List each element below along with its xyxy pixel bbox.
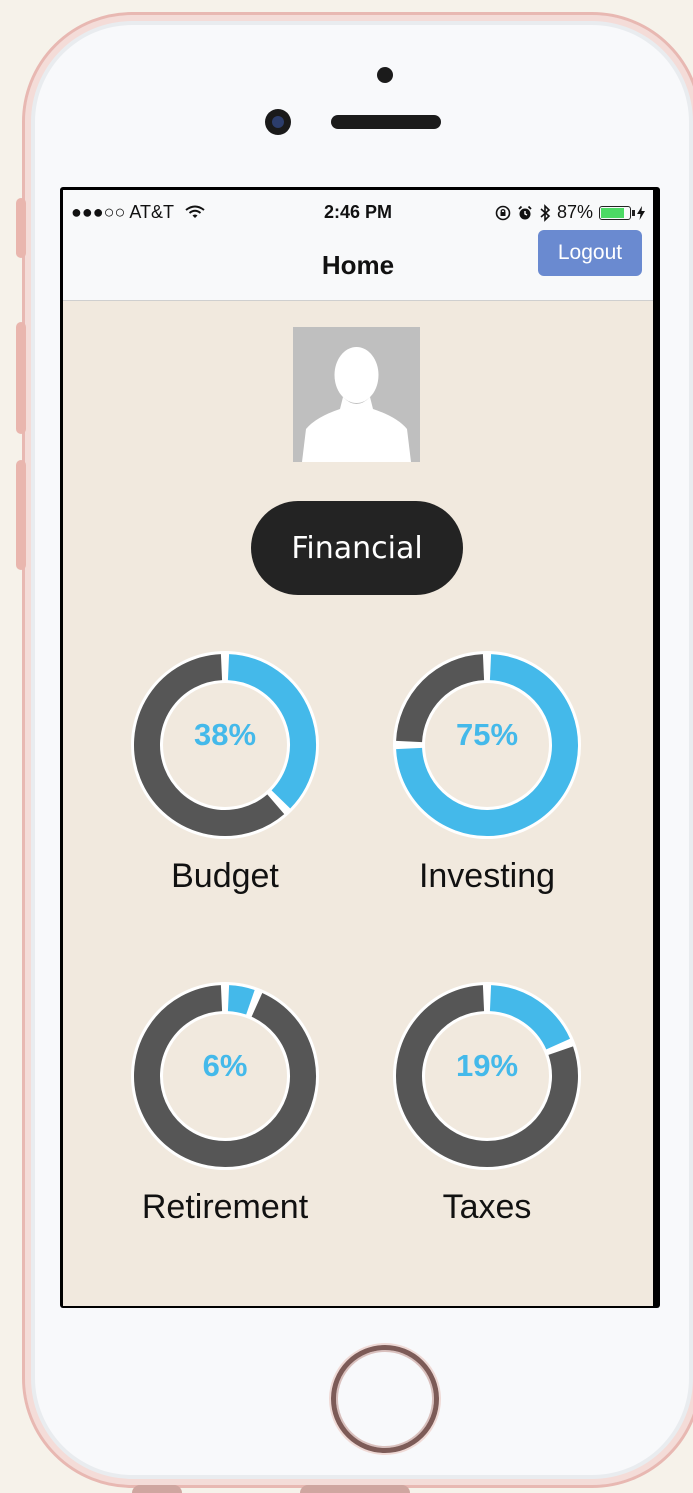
charging-icon [637, 205, 645, 220]
taxes-percent: 19% [455, 1048, 519, 1083]
battery-icon [599, 205, 635, 220]
budget-label: Budget [171, 857, 279, 895]
proximity-sensor [377, 67, 393, 83]
volume-up-button [16, 322, 26, 434]
phone-screen: ●●●○○ AT&T 2:46 PM 87% Home Logout Finan… [60, 187, 660, 1308]
budget-percent: 38% [193, 717, 257, 752]
orientation-lock-icon [495, 205, 511, 220]
status-indicators: 87% [495, 202, 645, 223]
category-button[interactable]: Financial [251, 501, 463, 595]
retirement-progress-arc [227, 985, 255, 1015]
earpiece-speaker [331, 115, 441, 129]
headphone-jack [132, 1485, 182, 1493]
home-button[interactable] [331, 1345, 439, 1453]
alarm-icon [518, 205, 532, 219]
investing-percent: 75% [455, 717, 519, 752]
lightning-port [300, 1485, 410, 1493]
avatar[interactable] [293, 327, 420, 462]
donut-chart: 75% [391, 645, 583, 845]
retirement-label: Retirement [141, 1188, 309, 1226]
metric-taxes[interactable]: 19% Taxes [387, 976, 587, 1227]
app-view: ●●●○○ AT&T 2:46 PM 87% Home Logout Finan… [63, 190, 653, 1306]
status-bar: ●●●○○ AT&T 2:46 PM 87% [63, 190, 653, 234]
person-silhouette-icon [302, 347, 411, 462]
logout-button[interactable]: Logout [538, 230, 642, 276]
metric-retirement[interactable]: 6% Retirement [125, 976, 325, 1227]
front-camera [265, 109, 291, 135]
retirement-percent: 6% [202, 1048, 248, 1083]
metric-investing[interactable]: 75% Investing [387, 645, 587, 896]
taxes-label: Taxes [442, 1188, 532, 1226]
mute-switch [16, 198, 26, 258]
investing-label: Investing [418, 857, 556, 895]
donut-chart: 19% [391, 976, 583, 1176]
metric-budget[interactable]: 38% Budget [125, 645, 325, 896]
donut-chart: 6% [129, 976, 321, 1176]
battery-percent: 87% [556, 202, 593, 222]
volume-down-button [16, 460, 26, 570]
donut-chart: 38% [129, 645, 321, 845]
bluetooth-icon [540, 203, 551, 222]
